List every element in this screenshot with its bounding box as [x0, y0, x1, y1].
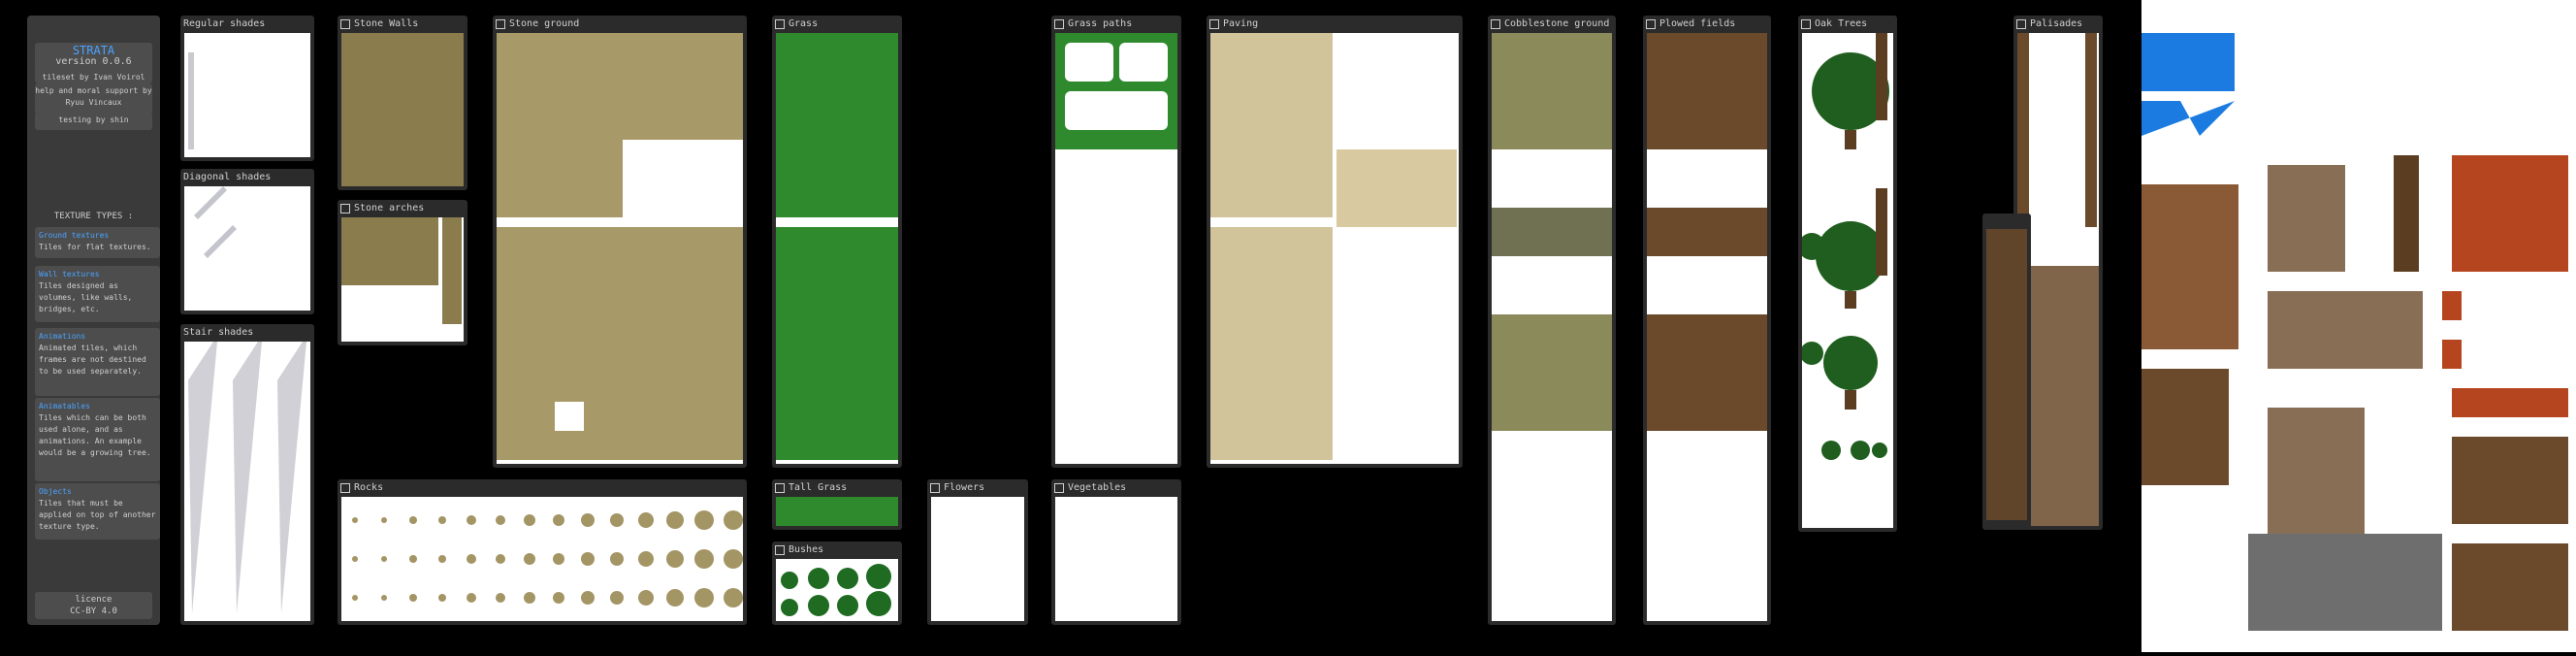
tile-area — [776, 33, 898, 464]
panel-grass-paths: Grass paths — [1051, 16, 1181, 468]
tile-area — [1802, 33, 1893, 528]
tile-area — [1210, 33, 1459, 464]
animation-checkbox[interactable] — [930, 483, 940, 493]
animation-checkbox[interactable] — [775, 545, 785, 555]
animation-checkbox[interactable] — [775, 483, 785, 493]
type-animatables[interactable]: Animatables Tiles which can be both used… — [35, 398, 160, 481]
tile-area — [341, 497, 743, 621]
animation-checkbox[interactable] — [340, 483, 350, 493]
animation-checkbox[interactable] — [1209, 19, 1219, 29]
panel-flowers: Flowers — [927, 479, 1028, 625]
tile-area — [1055, 33, 1177, 464]
panel-oak-trees: Oak Trees — [1798, 16, 1897, 532]
animation-checkbox[interactable] — [1054, 19, 1064, 29]
panel-title: Paving — [1209, 17, 1258, 31]
tile-area — [497, 33, 743, 464]
animation-checkbox[interactable] — [1646, 19, 1656, 29]
panel-title: Grass paths — [1054, 17, 1132, 31]
panel-title: Vegetables — [1054, 481, 1126, 495]
type-wall[interactable]: Wall textures Tiles designed as volumes,… — [35, 266, 160, 322]
testing-credit: testing by shin — [35, 113, 152, 130]
help-credit: help and moral support by Ryuu Vincaux — [35, 83, 152, 115]
panel-title: Oak Trees — [1801, 17, 1867, 31]
animation-checkbox[interactable] — [340, 19, 350, 29]
panel-vegetables: Vegetables — [1051, 479, 1181, 625]
animation-checkbox[interactable] — [775, 19, 785, 29]
panel-title: Palisades — [2016, 17, 2082, 31]
tile-area — [341, 217, 464, 342]
tile-area — [776, 559, 898, 621]
tile-area — [341, 33, 464, 186]
panel-title: Stone ground — [496, 17, 579, 31]
panel-bushes: Bushes — [772, 541, 902, 625]
panel-diagonal-shades: Diagonal shades — [180, 169, 314, 314]
app-name: STRATA — [72, 44, 115, 57]
animation-checkbox[interactable] — [1054, 483, 1064, 493]
panel-paving: Paving — [1207, 16, 1463, 468]
blue-arrow-shape — [2141, 33, 2235, 91]
panel-title: Bushes — [775, 543, 823, 557]
panel-plowed-fields: Plowed fields — [1643, 16, 1771, 625]
panel-title: Stair shades — [183, 327, 254, 338]
tile-area — [184, 342, 310, 621]
type-animations[interactable]: Animations Animated tiles, which frames … — [35, 328, 160, 396]
panel-title: Stone Walls — [340, 17, 418, 31]
panel-title: Rocks — [340, 481, 383, 495]
panel-title: Diagonal shades — [183, 172, 272, 182]
palisade-extension — [1982, 213, 2031, 530]
tileset-credit: tileset by Ivan Voirol — [35, 70, 152, 83]
panel-cobblestone-ground: Cobblestone ground — [1488, 16, 1616, 625]
animation-checkbox[interactable] — [496, 19, 505, 29]
panel-stair-shades: Stair shades — [180, 324, 314, 625]
panel-rocks: Rocks — [338, 479, 747, 625]
tile-area — [776, 497, 898, 526]
type-objects[interactable]: Objects Tiles that must be applied on to… — [35, 483, 160, 540]
panel-title: Stone arches — [340, 202, 424, 215]
panel-regular-shades: Regular shades — [180, 16, 314, 161]
panel-title: Cobblestone ground — [1491, 17, 1609, 31]
types-heading: TEXTURE TYPES : — [53, 212, 134, 221]
licence-box: licence CC-BY 4.0 — [35, 592, 152, 619]
info-sidebar: STRATA version 0.0.6 tileset by Ivan Voi… — [27, 16, 160, 625]
tile-area — [1647, 33, 1767, 621]
tile-area — [931, 497, 1024, 621]
animation-checkbox[interactable] — [2016, 19, 2026, 29]
panel-title: Regular shades — [183, 18, 266, 29]
type-ground[interactable]: Ground textures Tiles for flat textures. — [35, 227, 160, 258]
tile-area — [1055, 497, 1177, 621]
panel-title: Tall Grass — [775, 481, 847, 495]
houses-sheet — [2141, 0, 2576, 652]
panel-tall-grass: Tall Grass — [772, 479, 902, 530]
panel-title: Flowers — [930, 481, 984, 495]
panel-grass: Grass — [772, 16, 902, 468]
animation-checkbox[interactable] — [1491, 19, 1500, 29]
animation-checkbox[interactable] — [340, 204, 350, 213]
tile-area — [1492, 33, 1612, 621]
version-label: version 0.0.6 — [55, 56, 132, 67]
tile-area — [184, 33, 310, 157]
tile-area — [184, 186, 310, 311]
panel-stone-arches: Stone arches — [338, 200, 467, 345]
panel-stone-ground: Stone ground — [493, 16, 747, 468]
panel-title: Plowed fields — [1646, 17, 1735, 31]
panel-stone-walls: Stone Walls — [338, 16, 467, 190]
animation-checkbox[interactable] — [1801, 19, 1811, 29]
panel-title: Grass — [775, 17, 818, 31]
